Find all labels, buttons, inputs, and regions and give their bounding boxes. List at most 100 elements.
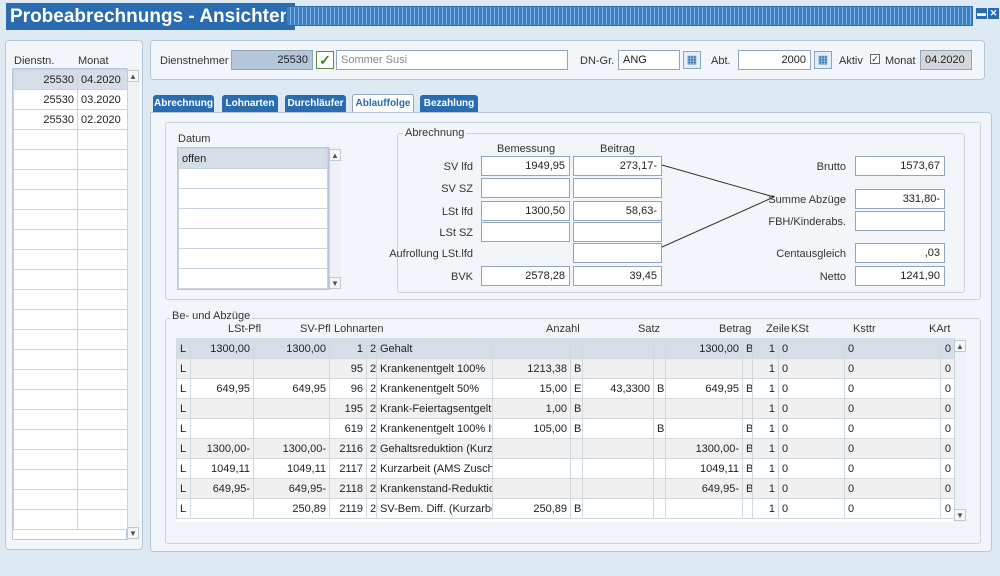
list-item[interactable] xyxy=(13,229,128,250)
table-row[interactable]: L 195 2 Krank-Feiertagsentgelt 1,00 B 1 0 0 0 xyxy=(176,398,954,419)
tab-lohnarten[interactable]: Lohnarten xyxy=(222,95,278,113)
abrechnung-row-label: BVK xyxy=(450,271,473,283)
bemessung-field[interactable] xyxy=(481,222,570,242)
beitrag-field[interactable] xyxy=(573,178,662,198)
scroll-down-icon[interactable]: ▼ xyxy=(329,277,341,289)
datum-item[interactable] xyxy=(178,188,328,209)
beitrag-field[interactable]: 39,45 xyxy=(573,266,662,286)
list-item[interactable]: 25530 03.2020 xyxy=(13,89,128,110)
zeile-cell: 1 xyxy=(752,358,779,379)
list-item[interactable] xyxy=(13,389,128,410)
list-item[interactable] xyxy=(13,509,128,530)
scroll-up-icon[interactable]: ▲ xyxy=(127,70,139,82)
table-row[interactable]: L 649,95 649,95 96 2 Krankenentgelt 50% 15,00 E… xyxy=(176,378,954,399)
scroll-up-icon[interactable]: ▲ xyxy=(954,340,966,352)
calendar-picker-icon[interactable]: ▦ xyxy=(814,51,832,69)
table-row[interactable]: L 1300,00- 1300,00- 2116 2 Gehaltsreduktion (… xyxy=(176,438,954,459)
anzahl-cell xyxy=(492,458,571,479)
beitrag-field[interactable]: 58,63- xyxy=(573,201,662,221)
table-row[interactable]: L 95 2 Krankenentgelt 100% 1213,38 B 1 0 0 0 xyxy=(176,358,954,379)
minimize-icon[interactable]: ▬ xyxy=(976,8,987,19)
bezuege-table[interactable]: L1300,001300,0012Gehalt1300,00B1000L952K… xyxy=(176,338,954,522)
ksttr-cell: 0 xyxy=(844,478,941,499)
list-item[interactable] xyxy=(13,409,128,430)
scroll-up-icon[interactable]: ▲ xyxy=(329,149,341,161)
anzahl-unit-cell: B xyxy=(570,358,583,379)
tab-abrechnung[interactable]: Abrechnung xyxy=(153,95,214,113)
abt-field[interactable]: 2000 xyxy=(738,50,811,70)
dngr-field[interactable]: ANG xyxy=(618,50,680,70)
betrag-unit-cell: B xyxy=(742,478,753,499)
tab-ablauffolge[interactable]: Ablauffolge xyxy=(352,94,414,114)
summary-field[interactable]: 1573,67 xyxy=(855,156,945,176)
list-item[interactable] xyxy=(13,129,128,150)
beitrag-field[interactable] xyxy=(573,243,662,263)
table-row[interactable]: L 1049,11 1049,11 2117 2 Kurzarbeit (AMS Zusc… xyxy=(176,458,954,479)
list-item[interactable] xyxy=(13,429,128,450)
list-item[interactable] xyxy=(13,189,128,210)
list-item[interactable] xyxy=(13,269,128,290)
list-item[interactable] xyxy=(13,149,128,170)
summary-field[interactable]: 1241,90 xyxy=(855,266,945,286)
confirm-check-icon[interactable]: ✓ xyxy=(316,51,334,69)
list-item[interactable]: 25530 02.2020 xyxy=(13,109,128,130)
datum-list[interactable]: offen xyxy=(177,147,329,290)
lstpfl-cell xyxy=(190,498,254,519)
list-item[interactable] xyxy=(13,289,128,310)
lohnart-nr-cell: 2119 xyxy=(329,498,367,519)
summary-field[interactable]: 331,80- xyxy=(855,189,945,209)
calendar-picker-icon[interactable]: ▦ xyxy=(683,51,701,69)
bezuege-scrollbar[interactable] xyxy=(954,338,966,522)
kst-cell: 0 xyxy=(778,378,845,399)
bemessung-field[interactable]: 1949,95 xyxy=(481,156,570,176)
summary-field[interactable]: ,03 xyxy=(855,243,945,263)
dienstnehmer-name-field[interactable]: Sommer Susi xyxy=(336,50,568,70)
datum-item[interactable] xyxy=(178,248,328,269)
anzahl-cell xyxy=(492,478,571,499)
table-row[interactable]: L6192Krankenentgelt 100% It105,00BBB1000 xyxy=(176,418,954,439)
close-icon[interactable]: ✕ xyxy=(988,8,999,19)
datum-item[interactable] xyxy=(178,208,328,229)
beitrag-field[interactable]: 273,17- xyxy=(573,156,662,176)
dienstnehmer-number-field[interactable]: 25530 xyxy=(231,50,313,70)
list-header-monat: Monat xyxy=(78,55,109,67)
kart-cell: 0 xyxy=(940,478,954,499)
list-item[interactable] xyxy=(13,349,128,370)
zeile-cell: 1 xyxy=(752,438,779,459)
list-item[interactable] xyxy=(13,469,128,490)
aktiv-checkbox[interactable]: ✓ xyxy=(870,54,880,64)
abrechnung-row-label: LSt SZ xyxy=(439,227,473,239)
tab-bezahlung[interactable]: Bezahlung xyxy=(420,95,478,113)
employee-month-list[interactable]: 25530 04.2020 25530 03.2020 25530 02.2020 xyxy=(12,68,128,540)
lohnart-nr-cell: 2117 xyxy=(329,458,367,479)
table-row[interactable]: L1300,001300,0012Gehalt1300,00B1000 xyxy=(176,338,954,359)
bemessung-field[interactable] xyxy=(481,178,570,198)
summary-field[interactable] xyxy=(855,211,945,231)
list-item[interactable] xyxy=(13,329,128,350)
dienstn-cell xyxy=(13,249,78,270)
table-row[interactable]: L250,8921192SV-Bem. Diff. (Kurzarbeit)25… xyxy=(176,498,954,519)
datum-item[interactable] xyxy=(178,228,328,249)
list-scrollbar[interactable] xyxy=(127,68,139,540)
scroll-down-icon[interactable]: ▼ xyxy=(127,527,139,539)
bemessung-field[interactable]: 2578,28 xyxy=(481,266,570,286)
datum-scrollbar[interactable] xyxy=(329,147,341,290)
beitrag-field[interactable] xyxy=(573,222,662,242)
scroll-down-icon[interactable]: ▼ xyxy=(954,509,966,521)
list-item[interactable] xyxy=(13,489,128,510)
datum-item[interactable]: offen xyxy=(178,148,328,169)
tab-durchlaeufer[interactable]: Durchläufer xyxy=(285,95,346,113)
list-item[interactable] xyxy=(13,309,128,330)
bemessung-field[interactable]: 1300,50 xyxy=(481,201,570,221)
list-item[interactable]: 25530 04.2020 xyxy=(13,69,128,90)
list-item[interactable] xyxy=(13,449,128,470)
list-item[interactable] xyxy=(13,249,128,270)
datum-item[interactable] xyxy=(178,168,328,189)
list-item[interactable] xyxy=(13,369,128,390)
table-row[interactable]: L 649,95- 649,95- 2118 2 Krankenstand-Redukti… xyxy=(176,478,954,499)
dienstn-cell xyxy=(13,449,78,470)
list-item[interactable] xyxy=(13,209,128,230)
lohnart-code-cell: 2 xyxy=(366,398,377,419)
list-item[interactable] xyxy=(13,169,128,190)
datum-item[interactable] xyxy=(178,268,328,289)
